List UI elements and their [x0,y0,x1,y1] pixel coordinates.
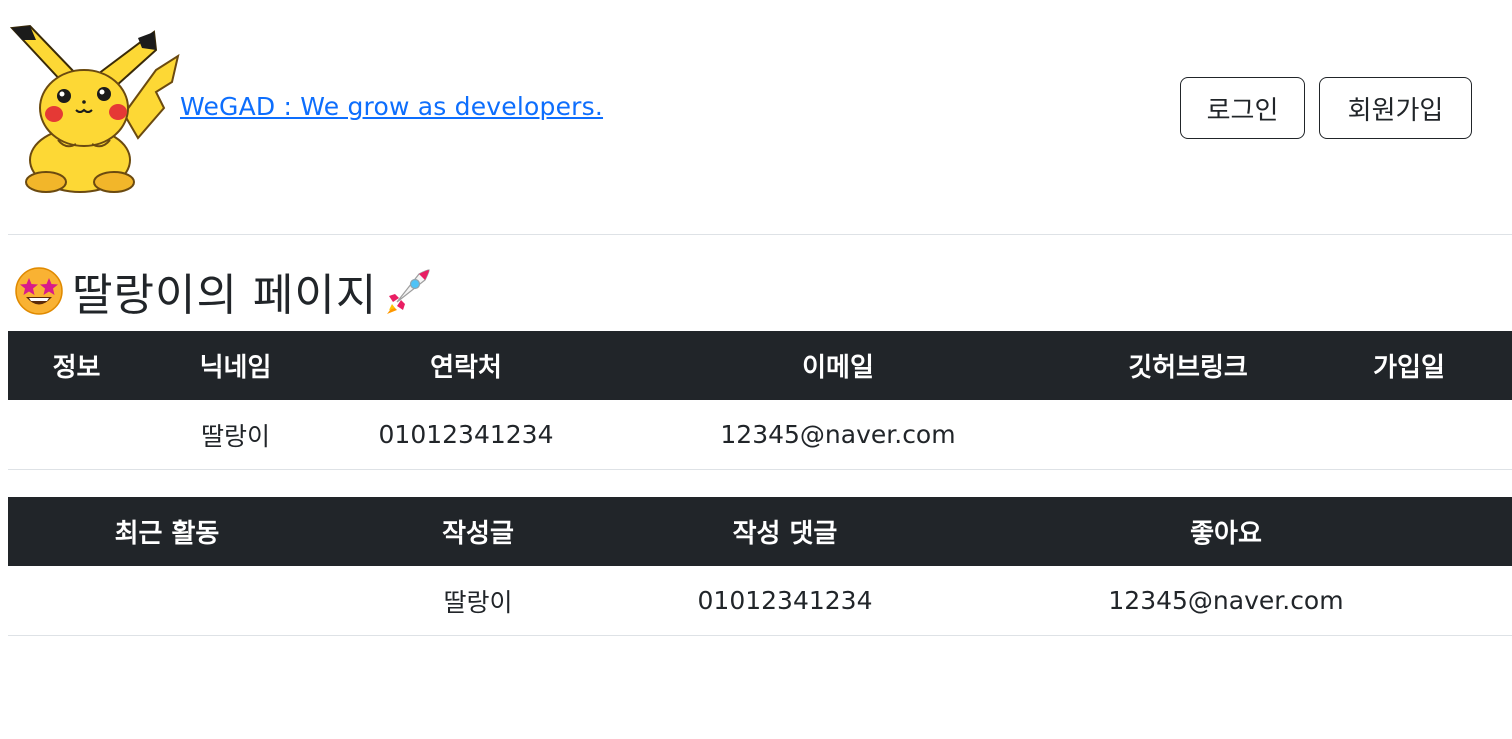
cell-contact: 01012341234 [326,400,606,470]
col-header-recent-activity: 최근 활동 [8,497,326,566]
table-header-row: 정보 닉네임 연락처 이메일 깃허브링크 가입일 [8,331,1512,400]
login-button[interactable]: 로그인 [1180,77,1305,139]
col-header-nickname: 닉네임 [145,331,326,400]
site-home-link[interactable]: WeGAD : We grow as developers. [180,92,603,121]
table-row: 딸랑이 01012341234 12345@naver.com [8,400,1512,470]
table-row: 딸랑이 01012341234 12345@naver.com [8,566,1512,636]
col-header-github-link: 깃허브링크 [1070,331,1306,400]
cell-email: 12345@naver.com [606,400,1070,470]
table-header-row: 최근 활동 작성글 작성 댓글 좋아요 [8,497,1512,566]
col-header-likes: 좋아요 [940,497,1512,566]
cell-recent-activity [8,566,326,636]
col-header-email: 이메일 [606,331,1070,400]
col-header-posts: 작성글 [326,497,630,566]
site-header: WeGAD : We grow as developers. 로그인 회원가입 [0,0,1512,234]
cell-join-date [1306,400,1512,470]
header-divider [8,234,1512,235]
star-struck-emoji-icon [15,267,63,315]
col-header-comments: 작성 댓글 [630,497,940,566]
cell-likes: 12345@naver.com [940,566,1512,636]
cell-info [8,400,145,470]
signup-button[interactable]: 회원가입 [1319,77,1472,139]
cell-github-link [1070,400,1306,470]
col-header-info: 정보 [8,331,145,400]
page-title-text: 딸랑이의 페이지 [72,270,378,321]
user-info-table: 정보 닉네임 연락처 이메일 깃허브링크 가입일 딸랑이 01012341234… [8,331,1512,470]
rocket-icon [387,269,430,314]
recent-activity-table: 최근 활동 작성글 작성 댓글 좋아요 딸랑이 01012341234 1234… [8,497,1512,636]
pikachu-logo-icon[interactable] [6,22,182,198]
page-title: 딸랑이의 페이지 [14,262,433,321]
cell-posts: 딸랑이 [326,566,630,636]
col-header-join-date: 가입일 [1306,331,1512,400]
col-header-contact: 연락처 [326,331,606,400]
cell-comments: 01012341234 [630,566,940,636]
cell-nickname: 딸랑이 [145,400,326,470]
